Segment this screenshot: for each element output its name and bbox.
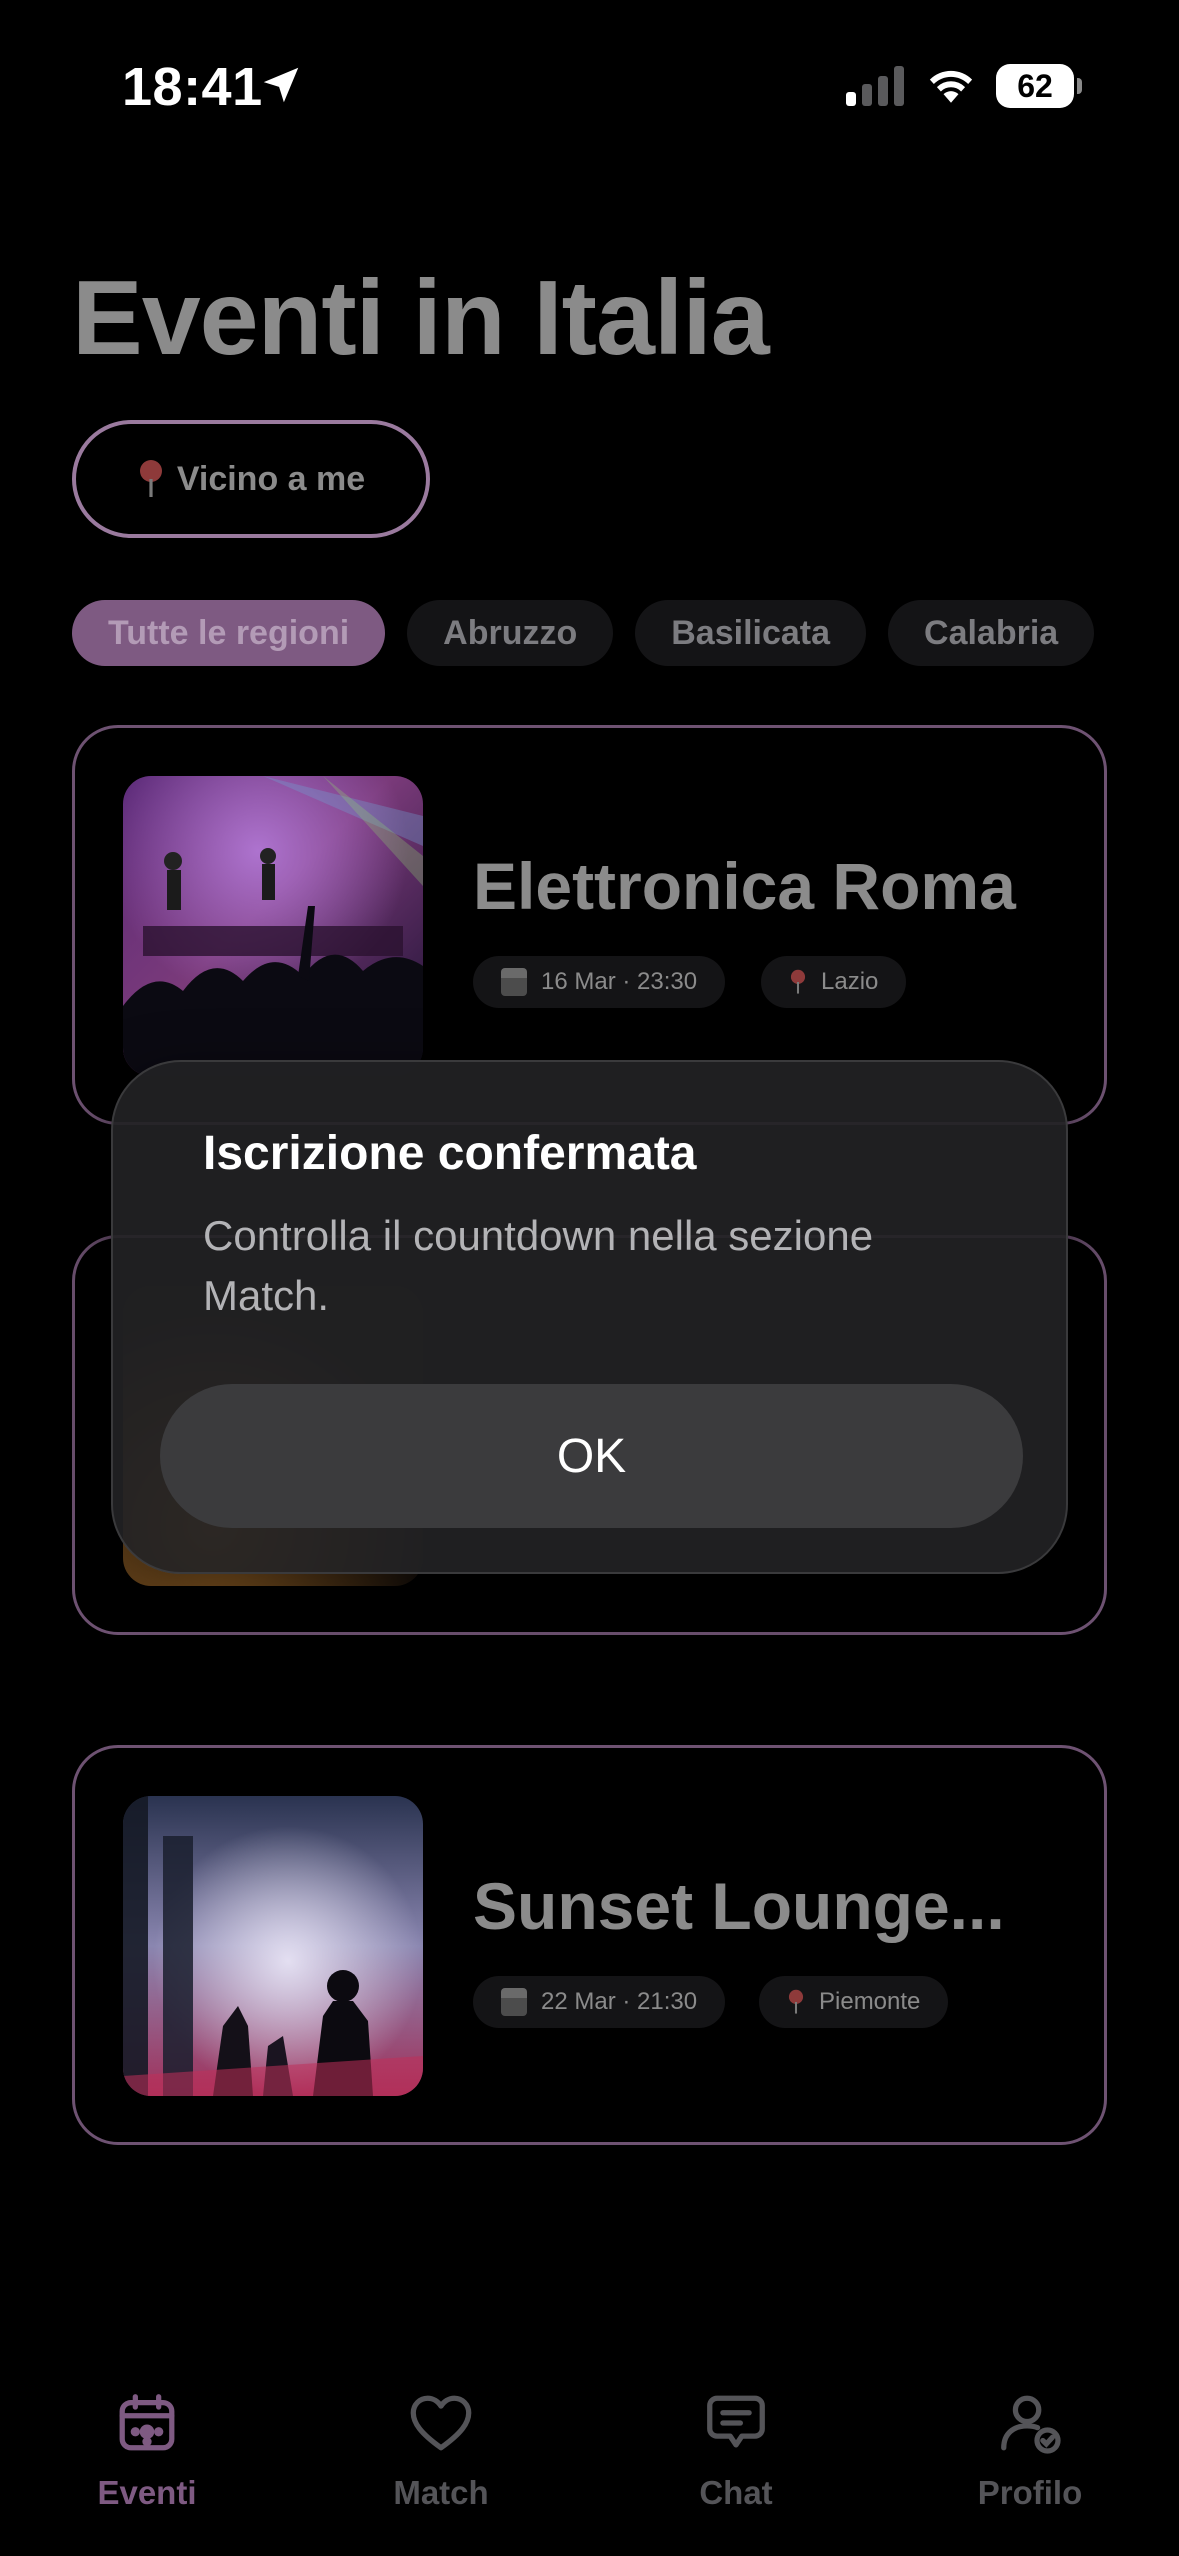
tab-profilo[interactable]: Profilo: [930, 2388, 1130, 2528]
tab-eventi[interactable]: Eventi: [47, 2388, 247, 2528]
calendar-icon: [501, 968, 527, 996]
confirmation-alert: Iscrizione confermata Controlla il count…: [111, 1060, 1068, 1574]
chat-icon: [707, 2395, 765, 2448]
event-image-club: [123, 1796, 423, 2096]
tab-label: Match: [393, 2474, 489, 2511]
ok-button[interactable]: OK: [160, 1384, 1023, 1528]
bottom-tab-bar: Eventi Match Chat Profilo: [0, 2360, 1179, 2556]
tab-chat[interactable]: Chat: [636, 2388, 836, 2528]
app-screen: 18:41 62 Eventi in Italia Vicino a me Tu…: [0, 0, 1179, 2556]
tab-label: Eventi: [97, 2474, 197, 2511]
region-filter: Tutte le regioni Abruzzo Basilicata Calabri…: [72, 600, 1107, 666]
event-image-concert: [123, 776, 423, 1076]
event-card-sunset-lounge[interactable]: Sunset Lounge... 22 Mar · 21:30 Piemonte: [72, 1745, 1107, 2145]
event-region: Lazio: [821, 968, 879, 995]
map-pin-icon: [139, 460, 162, 497]
near-me-label: Vicino a me: [176, 459, 366, 498]
calendar-icon: [119, 2394, 175, 2451]
map-pin-icon: [788, 1989, 804, 2014]
map-pin-icon: [790, 969, 806, 994]
alert-title: Iscrizione confermata: [203, 1127, 697, 1180]
chip-basilicata[interactable]: Basilicata: [635, 600, 867, 666]
chip-calabria[interactable]: Calabria: [888, 600, 1095, 666]
page-title: Eventi in Italia: [72, 259, 770, 377]
event-title: Sunset Lounge...: [473, 1869, 1005, 1943]
event-datetime: 22 Mar · 21:30: [541, 1988, 698, 2015]
calendar-icon: [501, 1988, 527, 2016]
tab-label: Profilo: [977, 2474, 1083, 2511]
alert-message: Controlla il countdown nella sezione Mat…: [203, 1212, 874, 1319]
event-title: Elettronica Roma: [473, 849, 1016, 923]
event-region-badge: Lazio: [761, 956, 907, 1008]
chip-all-regions[interactable]: Tutte le regioni: [72, 600, 386, 666]
event-datetime-badge: 16 Mar · 23:30: [473, 956, 726, 1008]
event-datetime-badge: 22 Mar · 21:30: [473, 1976, 726, 2028]
event-datetime: 16 Mar · 23:30: [541, 968, 698, 995]
event-region-badge: Piemonte: [759, 1976, 949, 2028]
tab-match[interactable]: Match: [341, 2388, 541, 2528]
chip-abruzzo[interactable]: Abruzzo: [407, 600, 614, 666]
near-me-button[interactable]: Vicino a me: [72, 420, 430, 538]
profile-icon: [1001, 2395, 1061, 2454]
heart-icon: [410, 2395, 472, 2451]
tab-label: Chat: [699, 2474, 773, 2511]
event-region: Piemonte: [819, 1988, 921, 2015]
